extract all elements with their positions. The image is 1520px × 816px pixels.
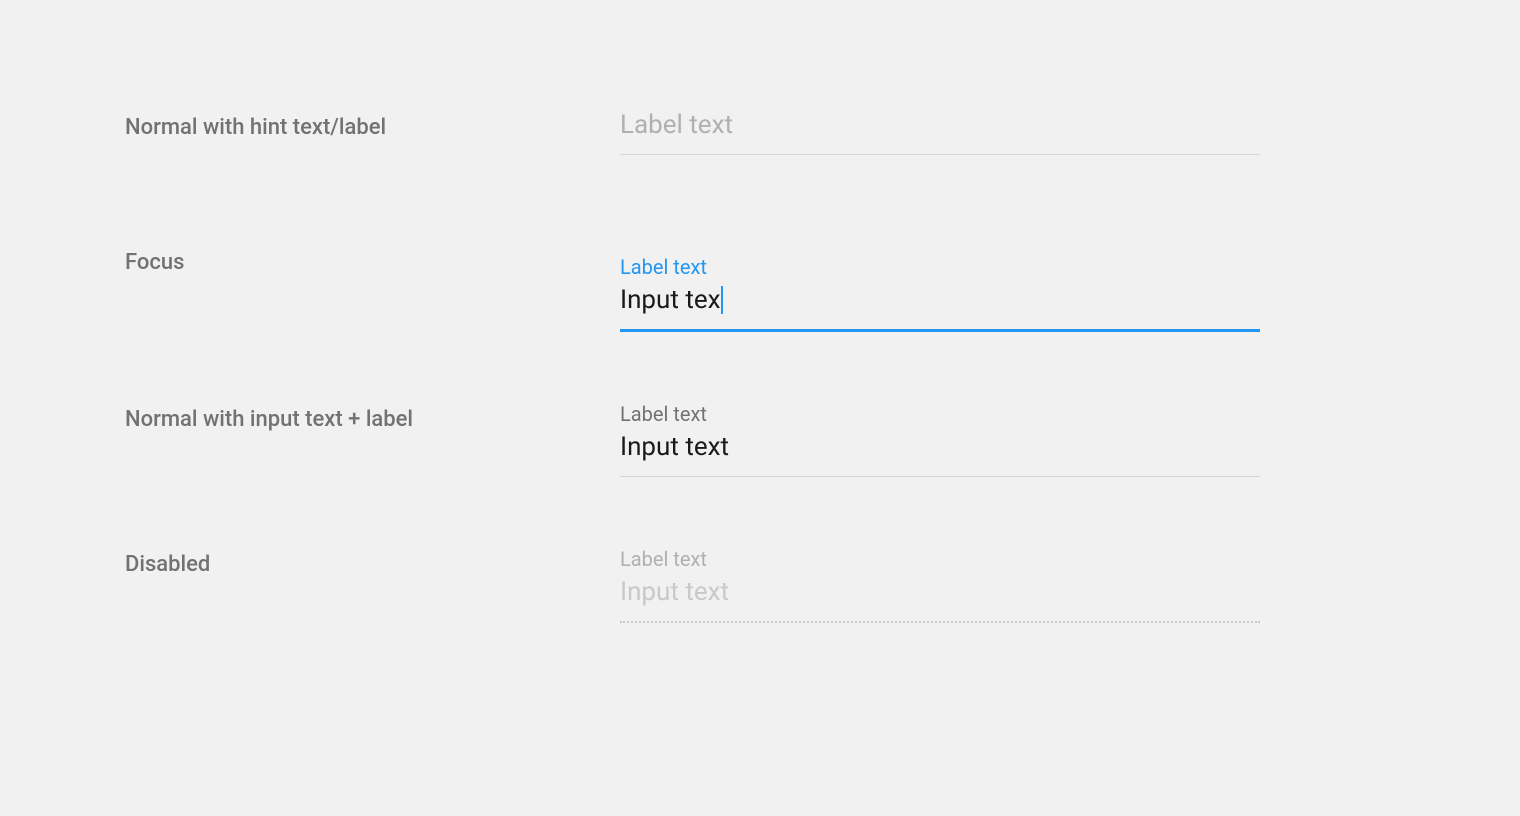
state-row-focus: Focus Label text Input tex (125, 245, 1395, 332)
field-container: Label text Input text (620, 547, 1260, 623)
state-label: Normal with input text + label (125, 402, 620, 432)
input-value: Input text (620, 577, 1260, 607)
state-row-normal-input: Normal with input text + label Label tex… (125, 402, 1395, 477)
state-row-normal-hint: Normal with hint text/label Label text (125, 110, 1395, 155)
field-container: Label text (620, 110, 1260, 155)
hint-text: Label text (620, 110, 1260, 140)
text-field-normal-input[interactable]: Label text Input text (620, 402, 1260, 477)
field-container: Label text Input tex (620, 255, 1260, 332)
floating-label: Label text (620, 402, 1260, 426)
state-label: Normal with hint text/label (125, 110, 620, 140)
state-row-disabled: Disabled Label text Input text (125, 547, 1395, 623)
text-field-focus[interactable]: Label text Input tex (620, 245, 1260, 332)
text-field-normal-hint[interactable]: Label text (620, 110, 1260, 155)
text-cursor (721, 286, 723, 314)
state-label: Focus (125, 245, 620, 275)
input-value: Input tex (620, 285, 1260, 315)
input-value: Input text (620, 432, 1260, 462)
state-label: Disabled (125, 547, 620, 577)
floating-label: Label text (620, 547, 1260, 571)
floating-label: Label text (620, 255, 1260, 279)
text-field-disabled: Label text Input text (620, 547, 1260, 623)
field-container: Label text Input text (620, 402, 1260, 477)
